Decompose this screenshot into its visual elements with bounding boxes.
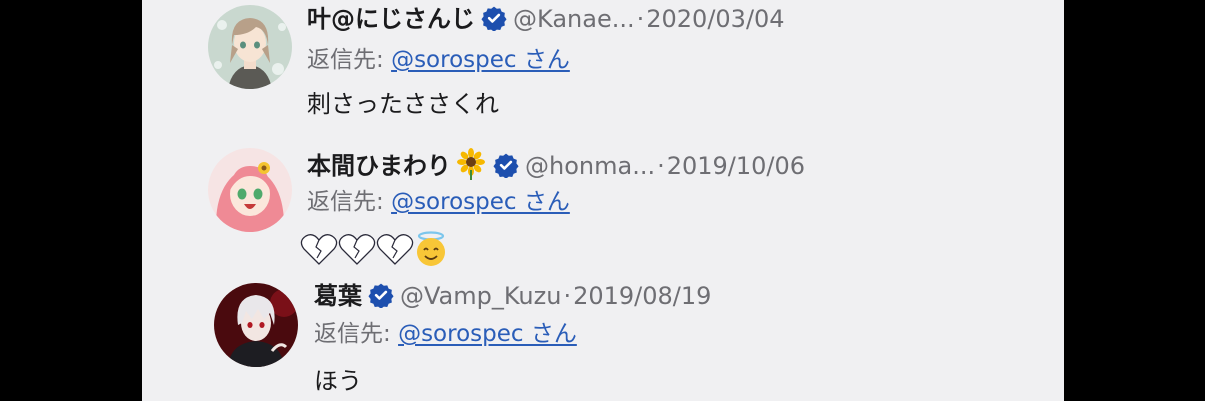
reply-tweet[interactable]: 葛葉 @Vamp_Kuzu·2019/08/19 返信先: @sorospec さ…: [142, 272, 1064, 401]
tweet-text: [300, 231, 448, 267]
separator: ·: [657, 152, 665, 180]
broken-heart-icon: [338, 232, 376, 266]
verified-badge-icon: [481, 5, 507, 31]
angel-face-icon: [414, 231, 448, 267]
handle[interactable]: @honma...: [525, 152, 655, 180]
tweet-header: 葛葉 @Vamp_Kuzu·2019/08/19: [314, 281, 711, 311]
verified-badge-icon: [368, 282, 394, 308]
reply-prefix: 返信先:: [307, 47, 384, 73]
verified-badge-icon: [493, 152, 519, 178]
reply-target-link[interactable]: @sorospec さん: [398, 321, 577, 347]
tweet-date[interactable]: 2020/03/04: [646, 5, 784, 33]
reply-list: 叶@にじさんじ @Kanae...·2020/03/04 返信先: @sorosp…: [142, 0, 1064, 401]
sunflower-icon: [455, 148, 487, 180]
broken-heart-icon: [300, 232, 338, 266]
display-name[interactable]: 本間ひまわり: [307, 152, 451, 180]
reply-to-line: 返信先: @sorospec さん: [314, 319, 577, 349]
reply-prefix: 返信先:: [314, 321, 391, 347]
reply-target-link[interactable]: @sorospec さん: [391, 47, 570, 73]
reply-target-link[interactable]: @sorospec さん: [391, 189, 570, 215]
kanae-avatar-icon[interactable]: [208, 5, 292, 89]
handle[interactable]: @Vamp_Kuzu: [400, 282, 561, 310]
reply-to-line: 返信先: @sorospec さん: [307, 187, 570, 217]
broken-heart-icon: [376, 232, 414, 266]
himawari-avatar-icon[interactable]: [208, 148, 292, 232]
separator: ·: [563, 282, 572, 310]
reply-tweet[interactable]: 叶@にじさんじ @Kanae...·2020/03/04 返信先: @sorosp…: [142, 0, 1064, 134]
separator: ·: [636, 5, 645, 33]
tweet-header: 本間ひまわり @honma...·2019/10/06: [307, 148, 805, 181]
tweet-date[interactable]: 2019/10/06: [667, 152, 805, 180]
reply-prefix: 返信先:: [307, 189, 384, 215]
display-name[interactable]: 叶@にじさんじ: [307, 5, 475, 33]
tweet-text: 刺さったささくれ: [307, 90, 499, 118]
tweet-date[interactable]: 2019/08/19: [573, 282, 711, 310]
kuzuha-avatar-icon[interactable]: [214, 283, 298, 367]
tweet-header: 叶@にじさんじ @Kanae...·2020/03/04: [307, 4, 785, 34]
reply-to-line: 返信先: @sorospec さん: [307, 45, 570, 75]
tweet-text: ほう: [314, 367, 362, 395]
handle[interactable]: @Kanae...: [513, 5, 635, 33]
reply-tweet[interactable]: 本間ひまわり @honma...·2019/10/06 返信先: @sorospe…: [142, 134, 1064, 272]
display-name[interactable]: 葛葉: [314, 282, 362, 310]
